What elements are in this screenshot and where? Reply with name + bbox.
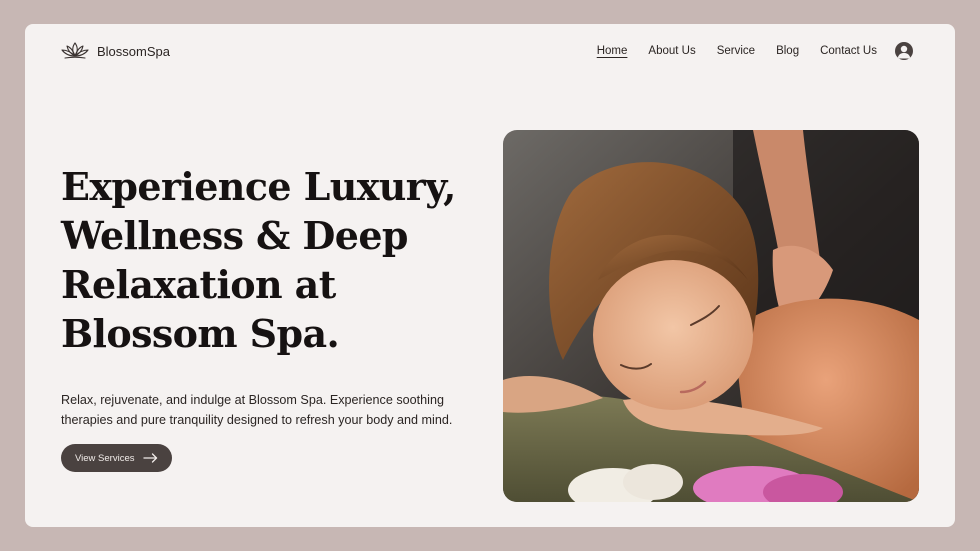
hero-description: Relax, rejuvenate, and indulge at Blosso… [61, 393, 453, 427]
brand-logo-link[interactable]: BlossomSpa [61, 41, 170, 61]
nav-link-about-us[interactable]: About Us [648, 45, 695, 57]
view-services-label: View Services [75, 452, 135, 464]
hero-massage-photo [503, 130, 919, 502]
lotus-icon [61, 42, 89, 59]
nav-link-blog[interactable]: Blog [776, 45, 799, 57]
nav-link-home[interactable]: Home [597, 45, 628, 57]
page-container: BlossomSpa Home About Us Service Blog Co… [25, 24, 955, 527]
nav-link-contact-us[interactable]: Contact Us [820, 45, 877, 57]
arrow-right-icon [142, 453, 157, 463]
top-navbar: BlossomSpa Home About Us Service Blog Co… [25, 24, 955, 80]
nav-link-service[interactable]: Service [717, 45, 755, 57]
user-avatar-icon[interactable] [895, 42, 913, 60]
brand-name: BlossomSpa [97, 43, 170, 59]
hero-title: Experience Luxury, Wellness & Deep Relax… [61, 164, 456, 356]
view-services-button[interactable]: View Services [61, 444, 172, 472]
main-nav: Home About Us Service Blog Contact Us [597, 42, 913, 60]
